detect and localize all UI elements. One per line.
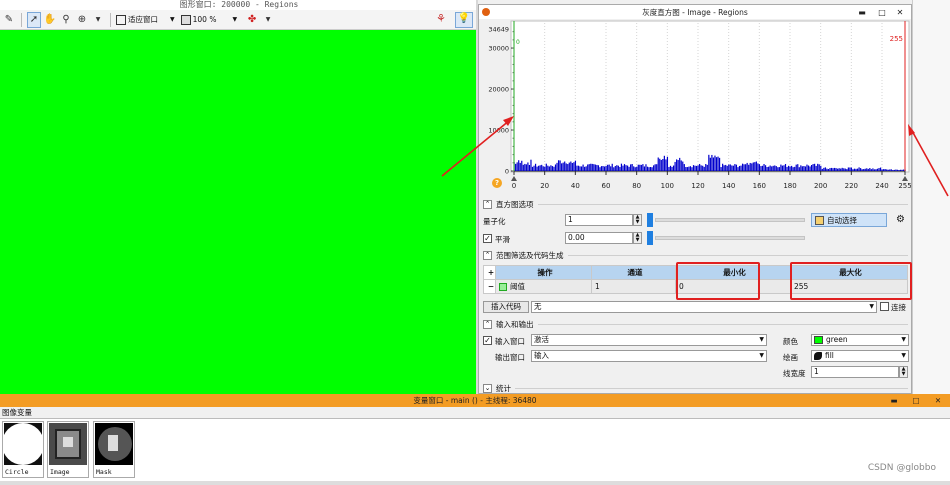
image-variables-label: 图像变量 [0, 407, 950, 418]
left-annotation-arrow [441, 119, 511, 177]
watermark: CSDN @globbo [867, 463, 936, 473]
thumbnail-caption: Image [50, 468, 70, 476]
maximize-button[interactable]: □ [906, 394, 926, 407]
mask-image [95, 423, 133, 465]
thumbnail-image[interactable]: Image [47, 421, 89, 478]
thumbnail-caption: Mask [96, 468, 112, 476]
board-image [49, 423, 87, 465]
minimize-button[interactable]: ▬ [884, 394, 904, 407]
right-annotation-arrow [910, 128, 949, 197]
mask-detail [108, 435, 118, 451]
close-button[interactable]: ✕ [928, 394, 948, 407]
variable-window-titlebar: 变量窗口 - main () - 主线程: 36480 ▬ □ ✕ [0, 394, 950, 407]
mask-shape [98, 427, 132, 461]
circle-shape [4, 423, 42, 465]
thumbnail-circle[interactable]: Circle [2, 421, 44, 478]
image-variables-area: Circle Image Mask [0, 418, 950, 481]
board-detail [63, 437, 73, 447]
thumbnail-mask[interactable]: Mask [93, 421, 135, 478]
status-strip [0, 481, 950, 485]
annotation-arrows [441, 116, 949, 197]
circle-image [4, 423, 42, 465]
thumbnail-caption: Circle [5, 468, 29, 476]
variable-window-title: 变量窗口 - main () - 主线程: 36480 [413, 396, 537, 405]
